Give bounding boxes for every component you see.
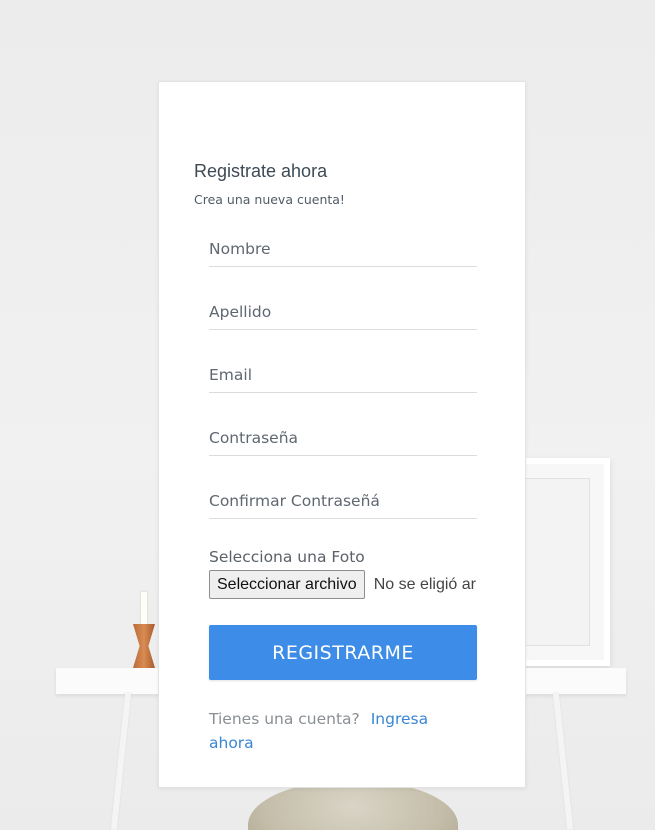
background-picture-frame-inner bbox=[520, 478, 590, 646]
email-input[interactable] bbox=[209, 357, 477, 393]
file-picker: Seleccionar archivo No se eligió ar bbox=[209, 570, 491, 600]
photo-label: Selecciona una Foto bbox=[209, 548, 365, 566]
confirm-password-input[interactable] bbox=[209, 483, 477, 519]
password-input[interactable] bbox=[209, 420, 477, 456]
form-title: Registrate ahora bbox=[194, 161, 328, 181]
register-card: Registrate ahora Crea una nueva cuenta! … bbox=[158, 81, 526, 788]
nombre-input[interactable] bbox=[209, 231, 477, 267]
file-select-button[interactable]: Seleccionar archivo bbox=[209, 570, 365, 599]
login-prompt-text: Tienes una cuenta? bbox=[209, 710, 360, 728]
background-candle bbox=[141, 592, 147, 626]
login-prompt: Tienes una cuenta? Ingresa ahora bbox=[209, 707, 459, 755]
form-subtitle: Crea una nueva cuenta! bbox=[194, 192, 345, 207]
file-status-text: No se eligió ar bbox=[373, 576, 476, 593]
apellido-input[interactable] bbox=[209, 294, 477, 330]
register-button[interactable]: REGISTRARME bbox=[209, 625, 477, 680]
